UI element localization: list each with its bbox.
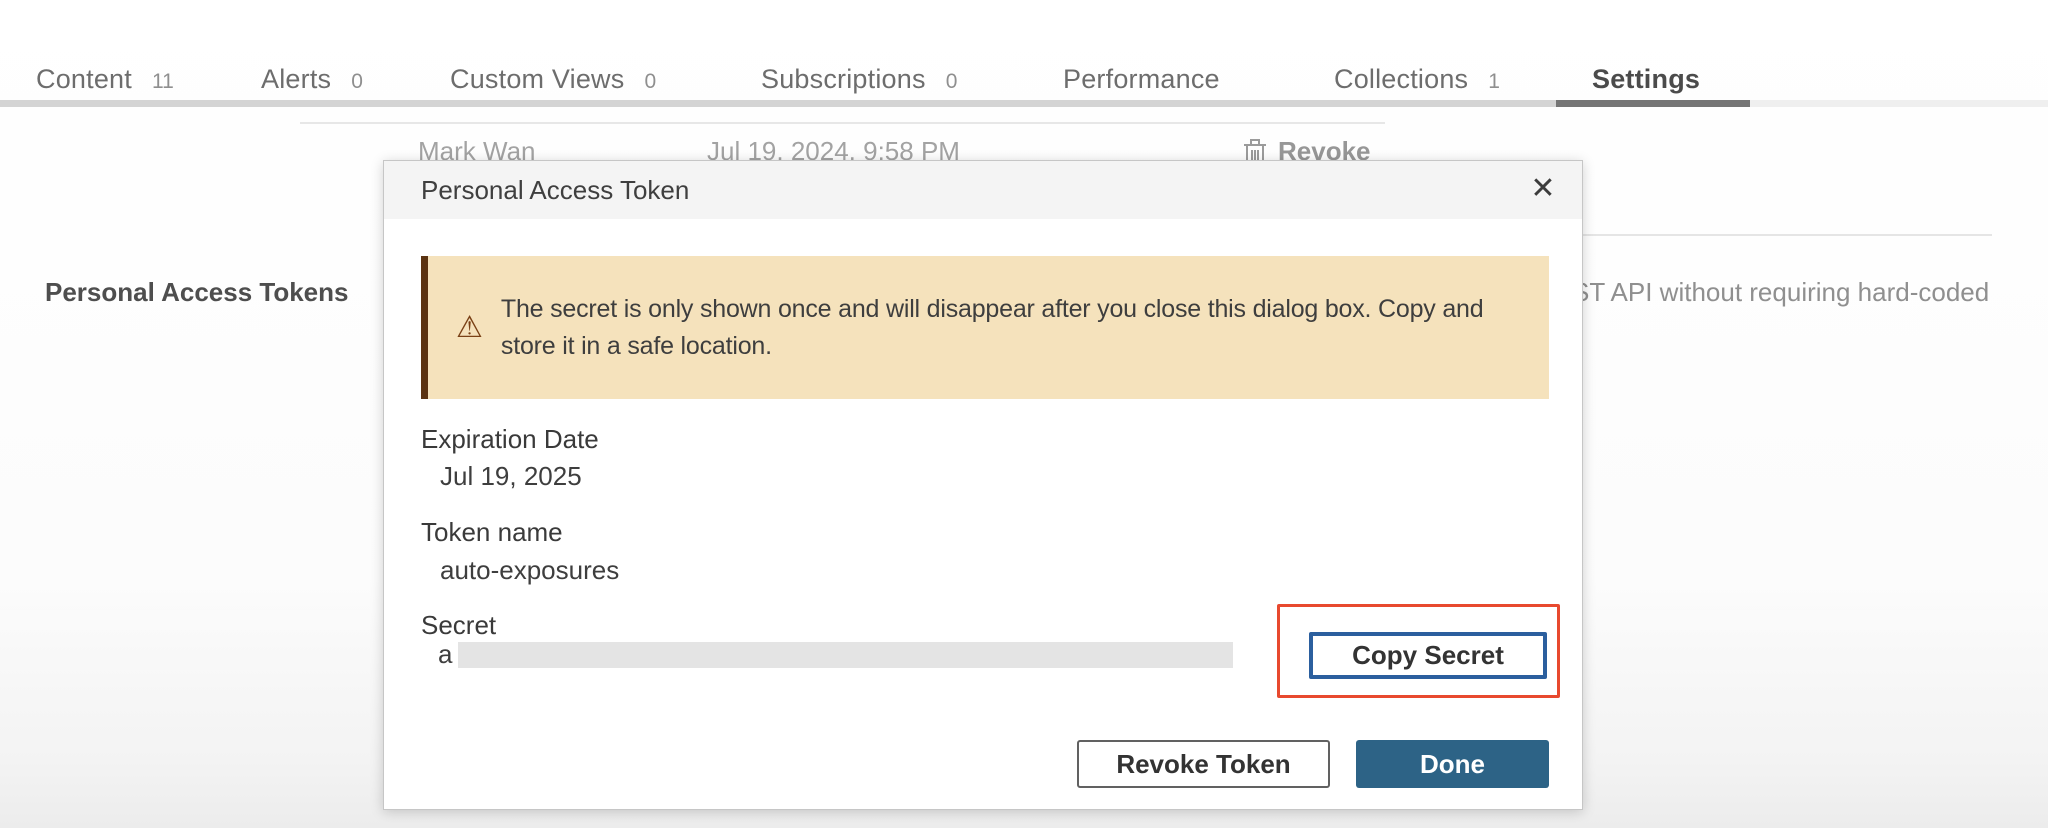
tab-collections-count: 1 (1488, 70, 1500, 94)
tabstrip-track-right (1750, 100, 2048, 107)
tabstrip-track (0, 100, 1556, 107)
dialog-header: Personal Access Token ✕ (384, 161, 1582, 219)
done-button[interactable]: Done (1356, 740, 1549, 788)
tab-content-count: 11 (152, 70, 174, 94)
tab-alerts-count: 0 (351, 70, 363, 94)
expiration-date-label: Expiration Date (421, 424, 599, 455)
secret-redacted-bar (458, 642, 1233, 668)
tab-alerts[interactable]: Alerts 0 (261, 64, 363, 95)
tab-custom-views-label: Custom Views (450, 64, 624, 95)
token-name-label: Token name (421, 517, 563, 548)
expiration-date-value: Jul 19, 2025 (440, 461, 582, 492)
personal-access-token-dialog: Personal Access Token ✕ ⚠ The secret is … (383, 160, 1583, 810)
token-name-value: auto-exposures (440, 555, 619, 586)
tab-content-label: Content (36, 64, 132, 95)
revoke-token-button-label: Revoke Token (1116, 749, 1290, 780)
secret-visible-char: a (438, 639, 452, 670)
secret-label: Secret (421, 610, 496, 641)
section-divider (1583, 234, 1992, 236)
tab-subscriptions-label: Subscriptions (761, 64, 926, 95)
done-button-label: Done (1420, 749, 1485, 780)
tab-custom-views[interactable]: Custom Views 0 (450, 64, 656, 95)
section-label-personal-access-tokens: Personal Access Tokens (45, 277, 348, 308)
tab-subscriptions-count: 0 (946, 70, 958, 94)
warning-triangle-icon: ⚠ (456, 313, 483, 343)
secret-value-row: a (438, 639, 1233, 670)
tab-settings[interactable]: Settings (1592, 64, 1700, 95)
background-row-divider (300, 122, 1385, 124)
tab-collections-label: Collections (1334, 64, 1468, 95)
settings-page: Content 11 Alerts 0 Custom Views 0 Subsc… (0, 0, 2048, 828)
section-description-fragment: ST API without requiring hard-coded (1572, 277, 1989, 308)
tab-custom-views-count: 0 (644, 70, 656, 94)
copy-secret-button[interactable]: Copy Secret (1309, 632, 1547, 679)
tab-collections[interactable]: Collections 1 (1334, 64, 1500, 95)
copy-secret-button-label: Copy Secret (1352, 640, 1504, 671)
warning-message: The secret is only shown once and will d… (501, 291, 1511, 365)
tab-content[interactable]: Content 11 (36, 64, 174, 95)
revoke-token-button[interactable]: Revoke Token (1077, 740, 1330, 788)
secret-warning-banner: ⚠ The secret is only shown once and will… (421, 256, 1549, 399)
dialog-title: Personal Access Token (421, 161, 689, 219)
tab-subscriptions[interactable]: Subscriptions 0 (761, 64, 957, 95)
tab-performance[interactable]: Performance (1063, 64, 1220, 95)
active-tab-underline (1556, 100, 1750, 107)
tab-settings-label: Settings (1592, 64, 1700, 95)
close-icon[interactable]: ✕ (1520, 161, 1566, 219)
tab-performance-label: Performance (1063, 64, 1220, 95)
tab-alerts-label: Alerts (261, 64, 331, 95)
